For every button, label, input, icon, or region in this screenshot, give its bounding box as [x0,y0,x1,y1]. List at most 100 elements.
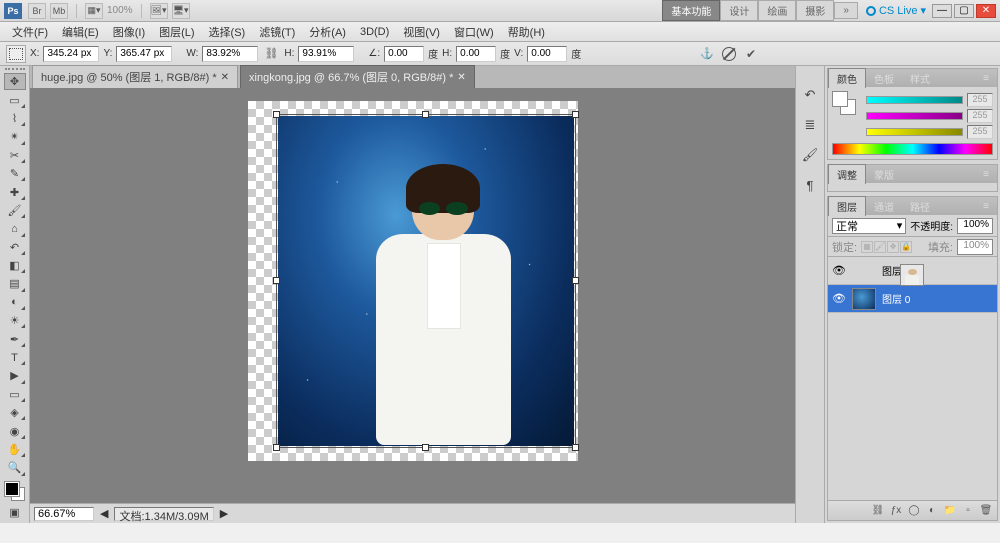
bridge-icon[interactable]: Br [28,3,46,19]
path-select-tool[interactable]: ▶ [4,367,26,384]
pen-tool[interactable]: ✒ [4,330,26,347]
document-tab-2[interactable]: xingkong.jpg @ 66.7% (图层 0, RGB/8#) * ✕ [240,65,475,88]
quick-select-tool[interactable]: ✴ [4,128,26,145]
x-input[interactable] [43,46,99,62]
menu-analysis[interactable]: 分析(A) [303,22,352,42]
arrow-right-icon[interactable]: ▶ [220,507,228,520]
3d-camera-tool[interactable]: ◉ [4,422,26,439]
h-input[interactable] [298,46,354,62]
move-tool[interactable]: ✥ [4,73,26,90]
canvas[interactable] [248,101,578,461]
new-layer-icon[interactable]: ▫ [961,504,975,518]
toolbox-grip[interactable] [5,68,25,72]
commit-transform-icon[interactable] [742,46,760,62]
lock-all-icon[interactable]: 🔒 [900,241,912,253]
masks-tab[interactable]: 蒙版 [866,165,902,184]
character-panel-icon[interactable]: ¶ [801,176,819,194]
menu-file[interactable]: 文件(F) [6,22,54,42]
color-panel-swatches[interactable] [832,91,856,115]
layer-style-icon[interactable]: ƒx [889,504,903,518]
cyan-value[interactable]: 255 [967,93,993,107]
yellow-slider[interactable] [866,128,963,136]
arrow-left-icon[interactable]: ◀ [100,507,108,520]
transform-handle-bl[interactable] [273,444,280,451]
workspace-photo-button[interactable]: 摄影 [796,0,834,21]
shape-tool[interactable]: ▭ [4,386,26,403]
workspace-more-button[interactable]: » [834,2,858,19]
zoom-level[interactable]: 100% [107,5,133,16]
layer-name[interactable]: 图层 0 [882,291,910,306]
lock-pixels-icon[interactable]: 🖌 [874,241,886,253]
minimize-button[interactable]: — [932,4,952,18]
group-icon[interactable]: 📁 [943,504,957,518]
panel-menu-icon[interactable]: ≡ [975,199,997,214]
layer-thumbnail[interactable] [852,288,876,310]
minibridge-icon[interactable]: Mb [50,3,68,19]
visibility-toggle-icon[interactable]: 👁 [832,264,846,278]
workspace-essentials-button[interactable]: 基本功能 [662,0,720,21]
menu-select[interactable]: 选择(S) [203,22,252,42]
crop-tool[interactable]: ✂ [4,147,26,164]
fill-input[interactable]: 100% [957,239,993,255]
menu-layer[interactable]: 图层(L) [153,22,200,42]
eyedropper-tool[interactable]: ✎ [4,165,26,182]
transform-handle-bc[interactable] [422,444,429,451]
paths-tab[interactable]: 路径 [902,197,938,216]
zoom-tool[interactable]: 🔍 [4,459,26,476]
hand-tool[interactable]: ✋ [4,441,26,458]
doc-info[interactable]: 文档:1.34M/3.09M [114,507,213,521]
3d-tool[interactable]: ◈ [4,404,26,421]
layer-thumbnail[interactable] [900,264,924,286]
transform-reference-icon[interactable] [6,45,26,63]
workspace-design-button[interactable]: 设计 [720,0,758,21]
blend-mode-select[interactable]: 正常▾ [832,218,906,234]
cyan-slider[interactable] [866,96,963,104]
eraser-tool[interactable]: ◧ [4,257,26,274]
transform-handle-tc[interactable] [422,111,429,118]
angle-input[interactable] [384,46,424,62]
close-button[interactable]: ✕ [976,4,996,18]
transform-handle-br[interactable] [572,444,579,451]
layers-tab[interactable]: 图层 [828,196,866,216]
yellow-value[interactable]: 255 [967,125,993,139]
menu-filter[interactable]: 滤镜(T) [253,22,301,42]
layer-row-1[interactable]: 👁 图层 1 [828,257,997,285]
hskew-input[interactable] [456,46,496,62]
warp-mode-icon[interactable] [698,46,716,62]
panel-menu-icon[interactable]: ≡ [975,167,997,182]
transform-handle-tr[interactable] [572,111,579,118]
brushes-panel-icon[interactable]: 🖌 [801,146,819,164]
workspace-draw-button[interactable]: 绘画 [758,0,796,21]
cs-live-button[interactable]: CS Live▾ [866,4,926,17]
foreground-color-swatch[interactable] [5,482,19,496]
swatches-tab[interactable]: 色板 [866,69,902,88]
vskew-input[interactable] [527,46,567,62]
styles-tab[interactable]: 样式 [902,69,938,88]
gradient-tool[interactable]: ▤ [4,275,26,292]
view-extras-icon[interactable]: ▦▾ [85,3,103,19]
visibility-toggle-icon[interactable]: 👁 [832,292,846,306]
spectrum-ramp[interactable] [832,143,993,155]
y-input[interactable] [116,46,172,62]
menu-window[interactable]: 窗口(W) [448,22,500,42]
adjustments-tab[interactable]: 调整 [828,164,866,184]
maximize-button[interactable]: ▢ [954,4,974,18]
dodge-tool[interactable]: ☀ [4,312,26,329]
screen-mode-icon[interactable]: 🖥▾ [172,3,190,19]
transform-bounding-box[interactable] [276,114,576,448]
arrange-docs-icon[interactable]: 🖼▾ [150,3,168,19]
layer-mask-icon[interactable]: ◯ [907,504,921,518]
blur-tool[interactable]: ◐ [4,294,26,311]
layer-row-0[interactable]: 👁 图层 0 [828,285,997,313]
lock-position-icon[interactable]: ✥ [887,241,899,253]
menu-3d[interactable]: 3D(D) [354,24,395,40]
menu-view[interactable]: 视图(V) [397,22,446,42]
lock-transparency-icon[interactable]: ▦ [861,241,873,253]
transform-handle-tl[interactable] [273,111,280,118]
close-tab-icon[interactable]: ✕ [457,72,465,83]
color-swatches[interactable] [3,480,27,503]
zoom-input[interactable] [34,507,94,521]
color-tab[interactable]: 颜色 [828,68,866,88]
delete-layer-icon[interactable]: 🗑 [979,504,993,518]
channels-tab[interactable]: 通道 [866,197,902,216]
